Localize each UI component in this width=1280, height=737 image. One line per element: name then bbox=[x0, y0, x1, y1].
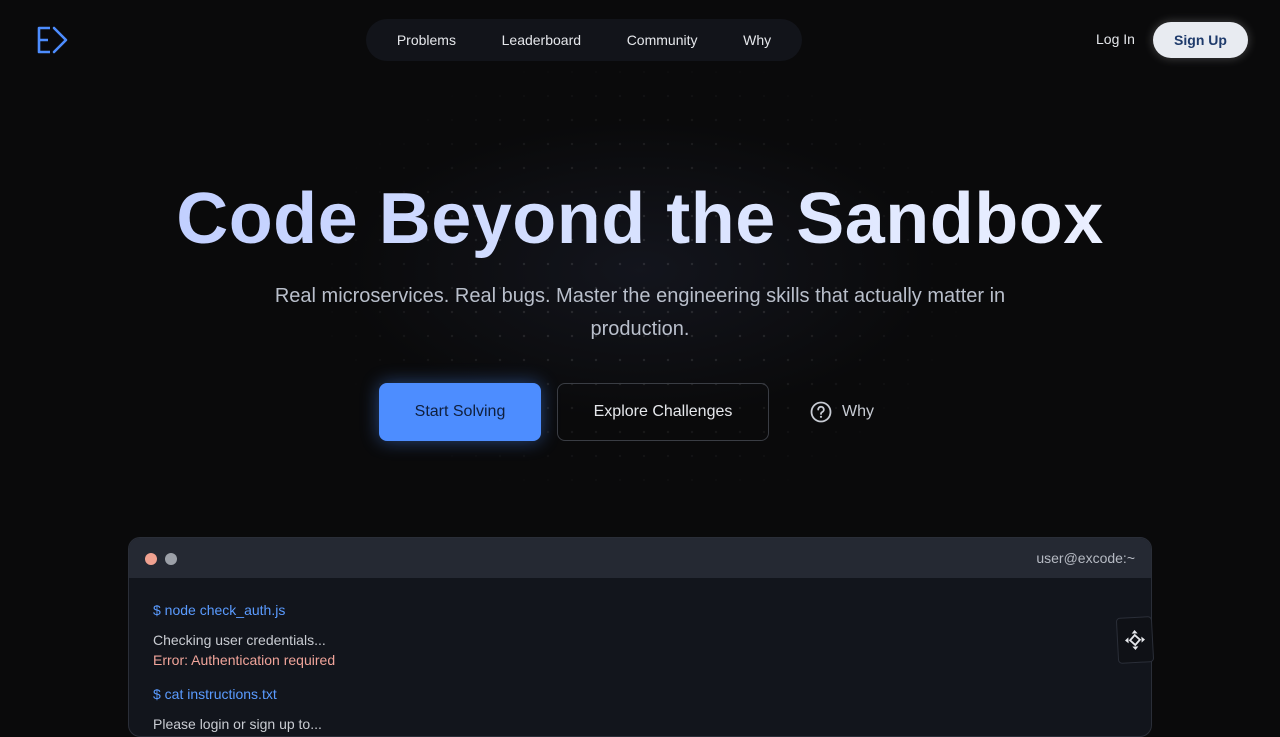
signup-button[interactable]: Sign Up bbox=[1153, 22, 1248, 58]
login-link[interactable]: Log In bbox=[1096, 31, 1135, 47]
start-solving-button[interactable]: Start Solving bbox=[379, 383, 541, 441]
minimize-dot-icon[interactable] bbox=[165, 553, 177, 565]
terminal-line: Please login or sign up to... bbox=[153, 716, 322, 732]
close-dot-icon[interactable] bbox=[145, 553, 157, 565]
question-circle-icon bbox=[810, 401, 832, 423]
excode-logo-icon[interactable] bbox=[36, 24, 70, 56]
hero-title: Code Beyond the Sandbox bbox=[0, 178, 1280, 260]
main-nav: Problems Leaderboard Community Why bbox=[366, 19, 802, 61]
terminal-line: $ node check_auth.js bbox=[153, 602, 286, 618]
terminal-title-bar: user@excode:~ bbox=[129, 538, 1151, 578]
site-header: Problems Leaderboard Community Why Log I… bbox=[0, 0, 1280, 80]
nav-item-why[interactable]: Why bbox=[729, 32, 785, 48]
terminal-body: $ node check_auth.js Checking user crede… bbox=[129, 578, 1151, 736]
nav-item-problems[interactable]: Problems bbox=[383, 32, 470, 48]
why-link[interactable]: Why bbox=[810, 400, 874, 424]
terminal-line: Error: Authentication required bbox=[153, 652, 336, 668]
hero-subtitle: Real microservices. Real bugs. Master th… bbox=[274, 285, 1006, 340]
terminal-line: $ cat instructions.txt bbox=[153, 686, 277, 702]
terminal-window: user@excode:~ $ node check_auth.js Check… bbox=[128, 537, 1152, 737]
terminal-title: user@excode:~ bbox=[1036, 550, 1135, 566]
nav-item-community[interactable]: Community bbox=[613, 32, 712, 48]
why-link-label: Why bbox=[842, 403, 874, 420]
terminal-line: Checking user credentials... bbox=[153, 632, 326, 648]
explore-challenges-button[interactable]: Explore Challenges bbox=[557, 383, 769, 441]
move-arrows-icon[interactable] bbox=[1115, 616, 1155, 664]
nav-item-leaderboard[interactable]: Leaderboard bbox=[488, 32, 595, 48]
